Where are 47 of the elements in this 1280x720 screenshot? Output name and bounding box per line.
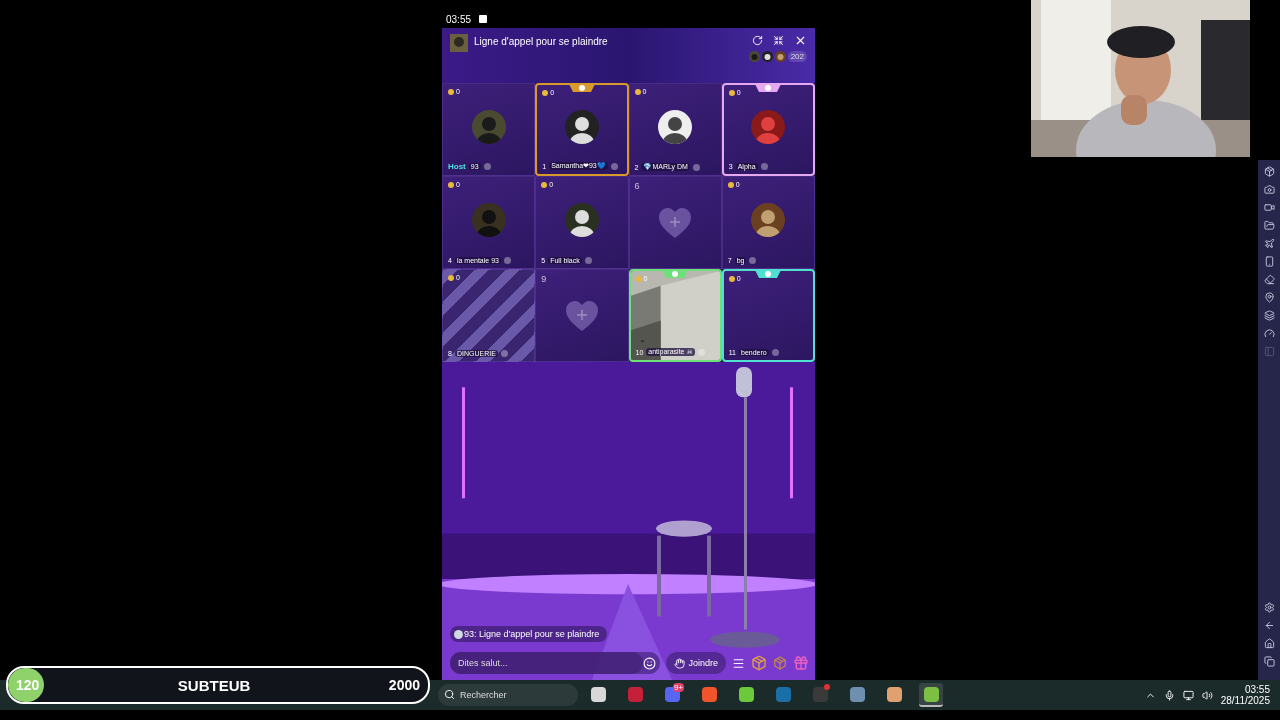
search-icon xyxy=(444,689,455,700)
message-field[interactable]: Dites salut... xyxy=(450,652,661,674)
camera-icon[interactable] xyxy=(1263,184,1275,195)
viewer-count[interactable]: 202 xyxy=(787,51,807,62)
search-field[interactable]: Rechercher xyxy=(438,684,578,706)
video-icon[interactable] xyxy=(1263,202,1275,213)
back-icon[interactable] xyxy=(1263,620,1275,631)
heart-plus-icon xyxy=(658,206,693,239)
clock-date: 28/11/2025 xyxy=(1220,695,1270,706)
hand-icon xyxy=(674,657,686,669)
notification-badge: 9+ xyxy=(672,683,684,692)
map-pin-icon[interactable] xyxy=(1263,292,1275,303)
home-icon[interactable] xyxy=(1263,638,1275,649)
goal-target: 2000 xyxy=(388,677,420,693)
recent-apps-icon[interactable] xyxy=(1263,656,1275,667)
notification-icon xyxy=(479,15,488,23)
plane-icon[interactable] xyxy=(1263,238,1275,249)
emoji-icon[interactable] xyxy=(643,656,657,670)
heart-plus-icon xyxy=(564,299,599,332)
gauge-icon[interactable] xyxy=(1263,328,1275,339)
chat-message: 93: Ligne d'appel pour se plaindre xyxy=(450,626,608,642)
folder-icon[interactable] xyxy=(1263,220,1275,231)
join-button[interactable]: Joindre xyxy=(666,652,726,674)
eraser-icon[interactable] xyxy=(1263,274,1275,285)
room-title: Ligne d'appel pour se plaindre xyxy=(474,36,609,49)
empty-seat[interactable]: 9 xyxy=(535,269,629,362)
host-label: Host xyxy=(448,162,466,171)
refresh-icon[interactable] xyxy=(752,35,763,46)
monitor-icon[interactable] xyxy=(1182,689,1194,701)
close-icon[interactable] xyxy=(794,34,807,47)
clock-time: 03:55 xyxy=(1244,684,1270,695)
status-time: 03:55 xyxy=(446,13,472,25)
volume-icon[interactable] xyxy=(1201,689,1213,701)
empty-seat[interactable]: 6 xyxy=(628,176,722,269)
goal-value: 120 xyxy=(15,677,40,693)
goal-label: SUBTEUB xyxy=(177,676,251,694)
taskbar-app[interactable]: 9+ xyxy=(660,683,684,707)
minimize-icon[interactable] xyxy=(773,35,784,46)
package-icon[interactable] xyxy=(1263,166,1275,177)
settings-icon[interactable] xyxy=(1263,602,1275,613)
seat-number: 6 xyxy=(634,181,640,191)
menu-icon[interactable] xyxy=(732,656,745,670)
taskbar-app[interactable] xyxy=(919,683,943,707)
seat-number: 9 xyxy=(541,274,547,284)
microphone-icon[interactable] xyxy=(1163,689,1175,701)
layers-icon[interactable] xyxy=(1263,310,1275,321)
phone-icon[interactable] xyxy=(1263,256,1275,267)
